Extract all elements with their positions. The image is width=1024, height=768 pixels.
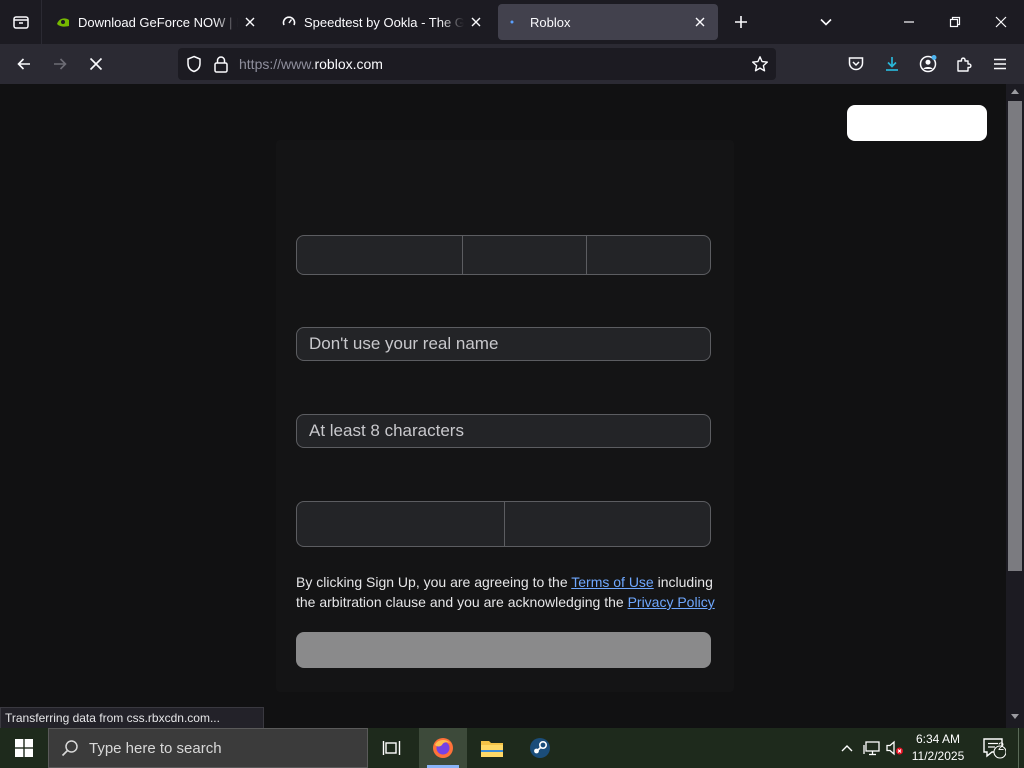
url-domain: roblox.com xyxy=(314,56,383,72)
header-login-button[interactable] xyxy=(847,105,987,141)
task-view-icon xyxy=(382,741,401,755)
taskbar-firefox[interactable] xyxy=(419,728,467,768)
tab-list-icon xyxy=(12,16,29,29)
notification-count: 2 xyxy=(997,741,1005,753)
tab-geforce-now[interactable]: Download GeForce NOW | NVIDIA xyxy=(46,4,268,40)
show-hidden-icons-button[interactable] xyxy=(836,728,858,768)
puzzle-icon xyxy=(957,57,972,72)
gender-select-group xyxy=(296,501,711,547)
address-bar[interactable]: https://www.roblox.com xyxy=(178,48,776,80)
browser-status-text: Transferring data from css.rbxcdn.com... xyxy=(0,707,264,728)
restore-window-button[interactable] xyxy=(932,0,978,44)
pocket-icon xyxy=(848,57,864,71)
back-button[interactable] xyxy=(8,48,40,80)
password-placeholder: At least 8 characters xyxy=(309,421,464,440)
start-button[interactable] xyxy=(0,728,48,768)
close-icon xyxy=(89,57,103,71)
windows-taskbar: Type here to search 6:34 AM 11/2/2025 2 xyxy=(0,728,1024,768)
tab-list-button[interactable] xyxy=(0,0,42,44)
shield-icon[interactable] xyxy=(185,55,203,78)
speedtest-icon xyxy=(282,15,296,29)
gender-option-male[interactable] xyxy=(504,502,710,546)
password-input[interactable]: At least 8 characters xyxy=(296,414,711,448)
new-tab-button[interactable] xyxy=(718,0,764,44)
network-tray-icon-button[interactable] xyxy=(860,728,884,768)
page-content: Don't use your real name At least 8 char… xyxy=(0,84,1006,728)
task-view-button[interactable] xyxy=(368,728,416,768)
plus-icon xyxy=(735,16,747,28)
close-window-button[interactable] xyxy=(978,0,1024,44)
app-menu-button[interactable] xyxy=(984,48,1016,80)
extensions-button[interactable] xyxy=(948,48,980,80)
legal-text-start: By clicking Sign Up, you are agreeing to… xyxy=(296,574,572,590)
taskbar-clock[interactable]: 6:34 AM 11/2/2025 xyxy=(906,731,970,765)
list-all-tabs-button[interactable] xyxy=(803,0,849,44)
account-button[interactable] xyxy=(912,48,944,80)
birthday-select-group xyxy=(296,235,711,275)
close-tab-icon[interactable] xyxy=(242,14,258,30)
folder-icon xyxy=(481,741,503,757)
tab-strip: Download GeForce NOW | NVIDIA Speedtest … xyxy=(0,0,1024,44)
chevron-up-icon xyxy=(841,745,853,752)
username-placeholder: Don't use your real name xyxy=(309,334,499,353)
pocket-button[interactable] xyxy=(840,48,872,80)
scrollbar-thumb[interactable] xyxy=(1008,101,1022,571)
gender-option-female[interactable] xyxy=(297,502,504,546)
arrow-left-icon xyxy=(17,58,30,70)
url-prefix: https://www. xyxy=(239,56,315,72)
birthday-month-select[interactable] xyxy=(297,236,462,274)
birthday-day-select[interactable] xyxy=(462,236,586,274)
bookmark-star-icon[interactable] xyxy=(751,55,769,78)
close-tab-icon[interactable] xyxy=(468,14,484,30)
volume-muted-icon xyxy=(886,740,903,756)
volume-tray-icon-button[interactable] xyxy=(884,728,906,768)
scroll-up-icon[interactable] xyxy=(1011,88,1019,94)
minimize-icon xyxy=(904,21,914,23)
username-input[interactable]: Don't use your real name xyxy=(296,327,711,361)
notifications-button[interactable]: 2 xyxy=(978,728,1010,768)
hamburger-menu-icon xyxy=(994,58,1006,70)
taskbar-steam[interactable] xyxy=(516,728,564,768)
forward-button[interactable] xyxy=(44,48,76,80)
minimize-window-button[interactable] xyxy=(886,0,932,44)
windows-logo-icon xyxy=(15,739,33,757)
arrow-right-icon xyxy=(54,58,67,70)
firefox-icon xyxy=(433,738,453,758)
taskbar-search-box[interactable]: Type here to search xyxy=(48,728,368,768)
restore-icon xyxy=(949,16,961,28)
tab-title: Speedtest by Ookla - The Global Broadban… xyxy=(304,14,464,30)
page-scrollbar[interactable] xyxy=(1006,84,1024,728)
clock-time: 6:34 AM xyxy=(915,732,961,746)
network-icon xyxy=(863,741,880,756)
steam-icon xyxy=(530,738,550,758)
scroll-down-icon[interactable] xyxy=(1011,714,1019,720)
account-icon xyxy=(919,55,937,73)
taskbar-file-explorer[interactable] xyxy=(468,728,516,768)
clock-date: 11/2/2025 xyxy=(911,749,965,763)
close-icon xyxy=(995,16,1007,28)
legal-notice: By clicking Sign Up, you are agreeing to… xyxy=(296,572,716,612)
privacy-policy-link[interactable]: Privacy Policy xyxy=(628,594,715,610)
lock-icon[interactable] xyxy=(213,55,229,78)
navigation-toolbar: https://www.roblox.com xyxy=(0,44,1024,84)
terms-of-use-link[interactable]: Terms of Use xyxy=(571,574,653,590)
tab-roblox[interactable]: Roblox xyxy=(498,4,718,40)
show-desktop-button[interactable] xyxy=(1018,728,1024,768)
tab-title: Roblox xyxy=(530,14,571,30)
tab-speedtest[interactable]: Speedtest by Ookla - The Global Broadban… xyxy=(272,4,494,40)
loading-icon xyxy=(508,15,522,29)
downloads-button[interactable] xyxy=(876,48,908,80)
birthday-year-select[interactable] xyxy=(586,236,710,274)
search-icon xyxy=(61,740,78,757)
tab-title: Download GeForce NOW | NVIDIA xyxy=(78,14,238,30)
download-icon xyxy=(886,57,898,71)
search-placeholder: Type here to search xyxy=(89,739,222,757)
url-text[interactable]: https://www.roblox.com xyxy=(239,48,383,80)
close-tab-icon[interactable] xyxy=(692,14,708,30)
chevron-down-icon xyxy=(820,18,832,26)
nvidia-icon xyxy=(56,15,70,29)
signup-button[interactable] xyxy=(296,632,711,668)
stop-loading-button[interactable] xyxy=(80,48,112,80)
